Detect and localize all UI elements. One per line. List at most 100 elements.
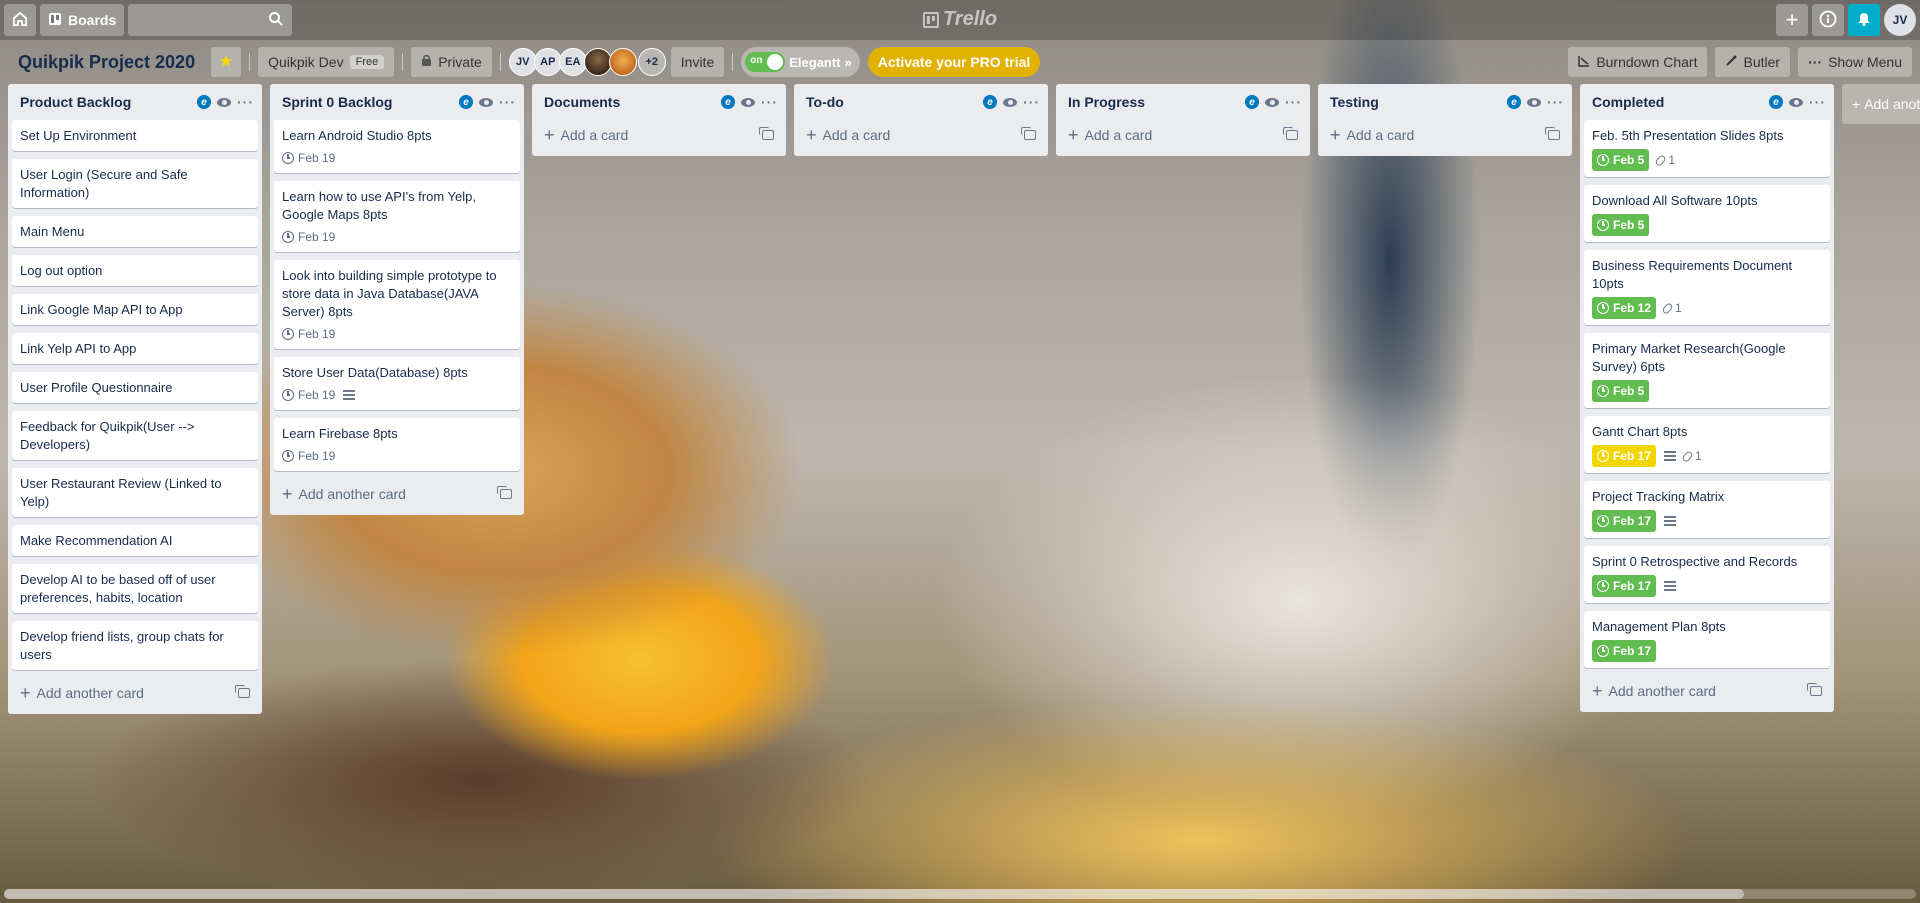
list-title[interactable]: Testing bbox=[1330, 94, 1501, 110]
butler-button[interactable]: Butler bbox=[1715, 47, 1791, 77]
create-button[interactable]: + bbox=[1776, 4, 1808, 36]
member-avatar[interactable]: JV bbox=[508, 48, 537, 76]
add-card-button[interactable]: + Add a card bbox=[1322, 120, 1568, 150]
member-avatar[interactable]: AP bbox=[533, 48, 562, 76]
eye-icon[interactable] bbox=[1265, 95, 1279, 109]
trello-logo[interactable]: Trello bbox=[922, 8, 997, 31]
card-template-icon[interactable] bbox=[1021, 127, 1036, 140]
add-card-button[interactable]: + Add another card bbox=[1584, 676, 1830, 706]
card[interactable]: Store User Data(Database) 8pts Feb 19 bbox=[274, 357, 520, 410]
due-date-badge[interactable]: Feb 19 bbox=[282, 325, 335, 343]
card[interactable]: Develop friend lists, group chats for us… bbox=[12, 621, 258, 670]
card[interactable]: Look into building simple prototype to s… bbox=[274, 260, 520, 349]
eye-icon[interactable] bbox=[217, 95, 231, 109]
list-title[interactable]: Product Backlog bbox=[20, 94, 191, 110]
list-title[interactable]: Documents bbox=[544, 94, 715, 110]
card[interactable]: Primary Market Research(Google Survey) 6… bbox=[1584, 333, 1830, 408]
card[interactable]: Gantt Chart 8pts Feb 17 1 bbox=[1584, 416, 1830, 473]
card[interactable]: User Profile Questionnaire bbox=[12, 372, 258, 403]
due-date-badge[interactable]: Feb 17 bbox=[1592, 510, 1657, 532]
due-date-badge[interactable]: Feb 19 bbox=[282, 228, 335, 246]
elegantt-e-icon[interactable]: e bbox=[1769, 95, 1783, 109]
add-list-button[interactable]: +Add another list bbox=[1842, 84, 1920, 124]
team-button[interactable]: Quikpik Dev Free bbox=[258, 47, 395, 77]
card[interactable]: Log out option bbox=[12, 255, 258, 286]
list-menu-icon[interactable]: ··· bbox=[499, 94, 516, 110]
card[interactable]: Link Yelp API to App bbox=[12, 333, 258, 364]
eye-icon[interactable] bbox=[1003, 95, 1017, 109]
due-date-badge[interactable]: Feb 5 bbox=[1592, 214, 1650, 236]
card-template-icon[interactable] bbox=[235, 685, 250, 698]
due-date-badge[interactable]: Feb 5 bbox=[1592, 380, 1650, 402]
eye-icon[interactable] bbox=[1789, 95, 1803, 109]
card[interactable]: Develop AI to be based off of user prefe… bbox=[12, 564, 258, 613]
board-title[interactable]: Quikpik Project 2020 bbox=[18, 52, 195, 73]
card[interactable]: User Login (Secure and Safe Information) bbox=[12, 159, 258, 208]
list-title[interactable]: Completed bbox=[1592, 94, 1763, 110]
list-in-progress[interactable]: In Progress e ··· + Add a card bbox=[1056, 84, 1310, 156]
add-card-button[interactable]: + Add a card bbox=[798, 120, 1044, 150]
card-template-icon[interactable] bbox=[1807, 683, 1822, 696]
add-card-button[interactable]: + Add a card bbox=[1060, 120, 1306, 150]
elegantt-e-icon[interactable]: e bbox=[1507, 95, 1521, 109]
star-board-button[interactable] bbox=[211, 47, 242, 77]
list-title[interactable]: Sprint 0 Backlog bbox=[282, 94, 453, 110]
list-completed[interactable]: Completed e ··· Feb. 5th Presentation Slide… bbox=[1580, 84, 1834, 712]
elegantt-e-icon[interactable]: e bbox=[197, 95, 211, 109]
card[interactable]: Set Up Environment bbox=[12, 120, 258, 151]
user-avatar[interactable]: JV bbox=[1884, 4, 1916, 36]
list-testing[interactable]: Testing e ··· + Add a card bbox=[1318, 84, 1572, 156]
card[interactable]: Sprint 0 Retrospective and Records Feb 17 bbox=[1584, 546, 1830, 603]
elegantt-e-icon[interactable]: e bbox=[459, 95, 473, 109]
home-button[interactable] bbox=[4, 4, 36, 36]
horizontal-scrollbar[interactable] bbox=[4, 889, 1916, 899]
due-date-badge[interactable]: Feb 17 bbox=[1592, 575, 1657, 597]
list-menu-icon[interactable]: ··· bbox=[761, 94, 778, 110]
card-template-icon[interactable] bbox=[1545, 127, 1560, 140]
list-title[interactable]: To-do bbox=[806, 94, 977, 110]
card-template-icon[interactable] bbox=[497, 486, 512, 499]
card[interactable]: Feb. 5th Presentation Slides 8pts Feb 5 1 bbox=[1584, 120, 1830, 177]
due-date-badge[interactable]: Feb 19 bbox=[282, 386, 335, 404]
card[interactable]: Feedback for Quikpik(User --> Developers… bbox=[12, 411, 258, 460]
card-template-icon[interactable] bbox=[1283, 127, 1298, 140]
eye-icon[interactable] bbox=[479, 95, 493, 109]
add-card-button[interactable]: + Add another card bbox=[12, 678, 258, 708]
member-avatar-photo[interactable] bbox=[583, 48, 612, 76]
card[interactable]: User Restaurant Review (Linked to Yelp) bbox=[12, 468, 258, 517]
list-menu-icon[interactable]: ··· bbox=[1547, 94, 1564, 110]
notifications-button[interactable] bbox=[1848, 4, 1880, 36]
list-documents[interactable]: Documents e ··· + Add a card bbox=[532, 84, 786, 156]
show-menu-button[interactable]: ··· Show Menu bbox=[1798, 47, 1912, 77]
eye-icon[interactable] bbox=[741, 95, 755, 109]
member-avatar-photo[interactable] bbox=[608, 48, 637, 76]
list-menu-icon[interactable]: ··· bbox=[1809, 94, 1826, 110]
card[interactable]: Management Plan 8pts Feb 17 bbox=[1584, 611, 1830, 668]
due-date-badge[interactable]: Feb 19 bbox=[282, 447, 335, 465]
list-menu-icon[interactable]: ··· bbox=[1023, 94, 1040, 110]
card[interactable]: Learn how to use API's from Yelp, Google… bbox=[274, 181, 520, 252]
add-card-button[interactable]: + Add a card bbox=[536, 120, 782, 150]
list-menu-icon[interactable]: ··· bbox=[237, 94, 254, 110]
more-members-button[interactable]: +2 bbox=[637, 48, 666, 76]
due-date-badge[interactable]: Feb 12 bbox=[1592, 297, 1657, 319]
list-title[interactable]: In Progress bbox=[1068, 94, 1239, 110]
info-button[interactable] bbox=[1812, 4, 1844, 36]
search-input[interactable] bbox=[128, 4, 293, 36]
list-product-backlog[interactable]: Product Backlog e ··· Set Up Environment Use… bbox=[8, 84, 262, 714]
elegantt-e-icon[interactable]: e bbox=[721, 95, 735, 109]
due-date-badge[interactable]: Feb 17 bbox=[1592, 445, 1657, 467]
card[interactable]: Make Recommendation AI bbox=[12, 525, 258, 556]
card[interactable]: Link Google Map API to App bbox=[12, 294, 258, 325]
pro-trial-button[interactable]: Activate your PRO trial bbox=[867, 47, 1041, 77]
invite-button[interactable]: Invite bbox=[670, 47, 725, 77]
elegantt-e-icon[interactable]: e bbox=[1245, 95, 1259, 109]
card[interactable]: Learn Firebase 8pts Feb 19 bbox=[274, 418, 520, 471]
search-icon[interactable] bbox=[268, 11, 284, 30]
boards-button[interactable]: Boards bbox=[40, 4, 125, 36]
card[interactable]: Business Requirements Document 10pts Feb … bbox=[1584, 250, 1830, 325]
due-date-badge[interactable]: Feb 5 bbox=[1592, 149, 1650, 171]
card[interactable]: Project Tracking Matrix Feb 17 bbox=[1584, 481, 1830, 538]
elegantt-toggle[interactable]: on Elegantt » bbox=[741, 47, 860, 77]
list-menu-icon[interactable]: ··· bbox=[1285, 94, 1302, 110]
